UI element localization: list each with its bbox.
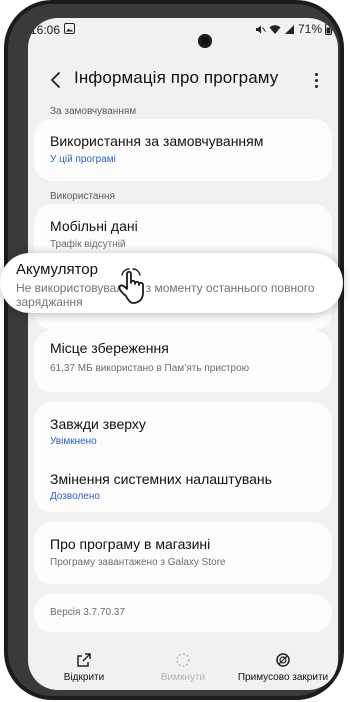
back-arrow-icon[interactable] bbox=[46, 70, 66, 90]
always-on-top-subtitle: Увімкнено bbox=[50, 436, 97, 447]
phone-bezel: 16:06 71% Інформація про програму За зам… bbox=[8, 4, 340, 696]
front-camera bbox=[198, 34, 212, 48]
mute-icon bbox=[255, 25, 266, 33]
battery-subtitle: Не використовувалось з моменту останньог… bbox=[16, 281, 315, 309]
storage-title: Місце збереження bbox=[50, 340, 169, 356]
open-button[interactable]: Відкрити bbox=[56, 652, 112, 683]
storage-card[interactable]: Місце збереження 61,37 МБ використано в … bbox=[34, 330, 332, 392]
mobile-data-title: Мобільні дані bbox=[50, 218, 138, 234]
always-on-top-item[interactable]: Завжди зверху Увімкнено bbox=[34, 402, 332, 457]
phone-frame: 16:06 71% Інформація про програму За зам… bbox=[4, 0, 344, 700]
battery-title: Акумулятор bbox=[16, 261, 98, 278]
disable-label: Вимкнути bbox=[160, 672, 206, 683]
system-settings-subtitle: Дозволено bbox=[50, 491, 100, 502]
version-card: Версія 3.7.70.37 bbox=[34, 594, 332, 632]
tap-hand-icon bbox=[118, 268, 144, 304]
gallery-notification-icon bbox=[64, 23, 75, 34]
system-settings-title: Змінення системних налаштувань bbox=[50, 471, 272, 487]
store-card[interactable]: Про програму в магазині Програму заванта… bbox=[34, 522, 332, 584]
battery-percent: 71% bbox=[297, 22, 322, 36]
storage-subtitle: 61,37 МБ використано в Пам’ять пристрою bbox=[50, 363, 250, 374]
section-label-usage: Використання bbox=[50, 191, 115, 202]
disable-icon bbox=[176, 653, 190, 667]
defaults-card[interactable]: Використання за замовчуванням У цій прог… bbox=[34, 119, 332, 181]
signal-icon bbox=[284, 24, 294, 34]
status-time: 16:06 bbox=[30, 23, 61, 37]
app-bar: Інформація про програму bbox=[28, 64, 338, 100]
force-stop-label: Примусово закрити bbox=[237, 672, 329, 683]
status-bar: 16:06 71% bbox=[28, 18, 338, 42]
permissions-card: Завжди зверху Увімкнено Змінення системн… bbox=[34, 402, 332, 512]
mobile-data-item[interactable]: Мобільні дані Трафік відсутній bbox=[34, 204, 332, 260]
more-options-icon[interactable] bbox=[310, 68, 322, 92]
battery-icon bbox=[325, 23, 332, 35]
disable-button[interactable]: Вимкнути bbox=[154, 652, 212, 683]
version-text: Версія 3.7.70.37 bbox=[50, 607, 125, 618]
screen: 16:06 71% Інформація про програму За зам… bbox=[28, 18, 338, 690]
section-label-defaults: За замовчуванням bbox=[50, 106, 137, 117]
store-subtitle: Програму завантажено з Galaxy Store bbox=[50, 557, 226, 568]
bottom-action-bar: Відкрити Вимкнути Примусово закрити bbox=[28, 638, 338, 690]
defaults-title: Використання за замовчуванням bbox=[50, 133, 264, 149]
battery-item-highlight[interactable]: Акумулятор Не використовувалось з момент… bbox=[0, 253, 343, 313]
mobile-data-subtitle: Трафік відсутній bbox=[50, 239, 126, 250]
open-external-icon bbox=[77, 653, 91, 667]
force-stop-icon bbox=[276, 653, 290, 667]
defaults-subtitle: У цій програмі bbox=[50, 154, 116, 165]
wifi-icon bbox=[269, 24, 281, 34]
status-icons: 71% bbox=[255, 22, 332, 36]
force-stop-button[interactable]: Примусово закрити bbox=[232, 652, 334, 683]
page-title: Інформація про програму bbox=[74, 68, 279, 87]
system-settings-item[interactable]: Змінення системних налаштувань Дозволено bbox=[34, 457, 332, 512]
store-title: Про програму в магазині bbox=[50, 536, 211, 552]
always-on-top-title: Завжди зверху bbox=[50, 416, 146, 432]
open-label: Відкрити bbox=[63, 672, 105, 683]
